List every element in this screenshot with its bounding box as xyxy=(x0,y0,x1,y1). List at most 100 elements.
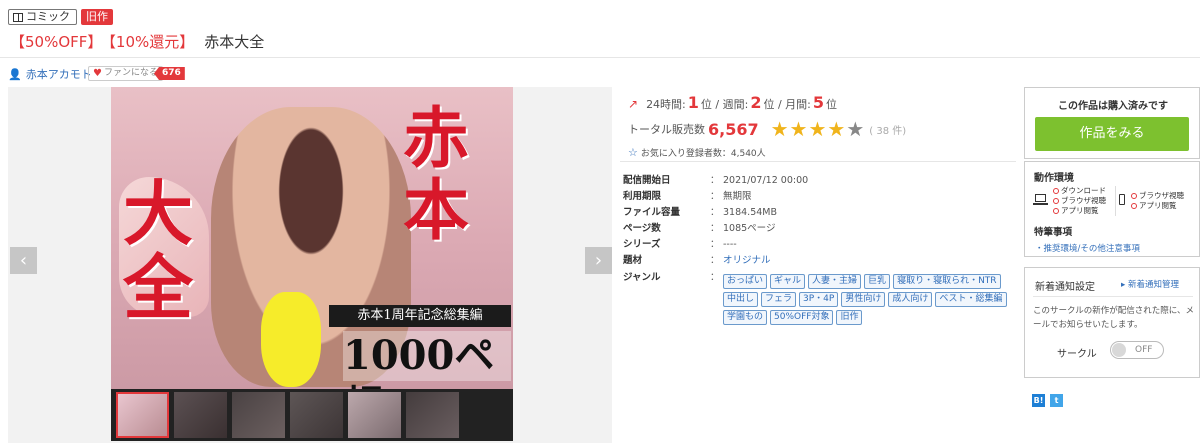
user-icon: 👤 xyxy=(8,67,22,81)
genre-tag[interactable]: 巨乳 xyxy=(864,274,891,289)
circle-icon xyxy=(1053,207,1059,214)
thumbnail-1[interactable] xyxy=(116,392,169,438)
category-label: コミック xyxy=(26,10,70,23)
env-title: 動作環境 xyxy=(1034,173,1074,184)
spec-row-pages: ページ数 ： 1085ページ xyxy=(620,221,776,236)
thumbnail-5[interactable] xyxy=(348,392,401,438)
thumbnail-3[interactable] xyxy=(232,392,285,438)
star-icon: ★ xyxy=(770,117,789,141)
spec-row-size: ファイル容量 ： 3184.54MB xyxy=(620,205,777,220)
heart-icon: ♥ xyxy=(93,68,102,79)
promo-cashback: 【10%還元】 xyxy=(108,33,195,51)
divider xyxy=(1033,296,1193,297)
star-empty-icon: ★ xyxy=(846,117,865,141)
spec-value: ---- xyxy=(723,239,737,250)
divider xyxy=(620,161,1016,162)
genre-tags: おっぱい ギャル 人妻・主婦 巨乳 寝取り・寝取られ・NTR 中出し フェラ 3P・4P 男性向… xyxy=(723,274,1013,325)
rating-stars[interactable]: ★ ★ ★ ★ ★ xyxy=(771,119,865,139)
genre-tag[interactable]: ギャル xyxy=(770,274,806,289)
environment-box: 動作環境 ダウンロード ブラウザ視聴 アプリ閲覧 ブラウザ視聴 アプリ閲覧 特筆… xyxy=(1024,161,1200,257)
cover-big-text: 1000ペ超 xyxy=(343,331,511,389)
spec-key: ページ数 xyxy=(623,223,661,234)
fan-label: ファンになる xyxy=(103,68,158,78)
day-label: 24時間: xyxy=(646,98,686,111)
env-option-label: ブラウザ視聴 xyxy=(1139,191,1184,200)
genre-tag[interactable]: ベスト・総集編 xyxy=(935,292,1007,307)
rank-suffix: 位 xyxy=(826,98,837,111)
censor-mark xyxy=(261,292,321,387)
spec-key: シリーズ xyxy=(623,239,661,250)
spec-row-genre: ジャンル ： xyxy=(620,270,723,285)
circle-info: 👤 赤本アカモト xyxy=(8,66,92,82)
twitter-icon[interactable]: t xyxy=(1050,394,1063,407)
spec-key: 題材 xyxy=(623,255,643,266)
thumbnail-2[interactable] xyxy=(174,392,227,438)
genre-tag[interactable]: 学園もの xyxy=(723,310,768,325)
image-gallery: 赤本 大全 赤本1周年記念総集編 1000ペ超 ‹ › xyxy=(8,87,612,443)
view-work-button[interactable]: 作品をみる xyxy=(1035,117,1189,151)
spec-key: ジャンル xyxy=(623,272,661,283)
env-option: ブラウザ視聴 xyxy=(1053,196,1106,205)
env-option: ダウンロード xyxy=(1053,186,1106,195)
smartphone-icon xyxy=(1119,194,1125,205)
week-label: 位 / 週間: xyxy=(700,98,749,111)
env-option: ブラウザ視聴 xyxy=(1131,191,1184,200)
chevron-left-icon: ‹ xyxy=(19,250,28,271)
title-text: 赤本大全 xyxy=(204,33,265,51)
genre-tag[interactable]: フェラ xyxy=(761,292,797,307)
env-option-label: アプリ閲覧 xyxy=(1139,201,1177,210)
next-arrow-button[interactable]: › xyxy=(585,247,612,274)
purchased-status: この作品は購入済みです xyxy=(1058,101,1168,112)
genre-tag[interactable]: 男性向け xyxy=(841,292,886,307)
thumbnail-4[interactable] xyxy=(290,392,343,438)
cover-text-taizen: 大全 xyxy=(123,172,193,329)
notes-link[interactable]: ・推奨環境/その他注意事項 xyxy=(1035,242,1140,254)
notify-manage-link[interactable]: ▸ 新着通知管理 xyxy=(1121,278,1179,290)
circle-icon xyxy=(1053,197,1059,204)
fan-button[interactable]: ♥ ファンになる xyxy=(88,66,163,81)
spec-key: 利用期限 xyxy=(623,191,662,202)
book-icon xyxy=(13,12,23,22)
promo-discount: 【50%OFF】 xyxy=(10,33,103,51)
env-option: アプリ閲覧 xyxy=(1053,206,1099,215)
thumbnail-strip xyxy=(111,389,513,441)
review-count[interactable]: ( 38 件) xyxy=(869,122,906,137)
month-label: 位 / 月間: xyxy=(763,98,811,111)
genre-tag[interactable]: 成人向け xyxy=(888,292,933,307)
genre-tag[interactable]: 旧作 xyxy=(836,310,863,325)
toggle-state: OFF xyxy=(1135,345,1153,355)
spec-value: 1085ページ xyxy=(723,223,776,234)
notify-toggle[interactable]: OFF xyxy=(1110,341,1164,359)
thumbnail-6[interactable] xyxy=(406,392,459,438)
spec-key: ファイル容量 xyxy=(623,207,681,218)
star-icon: ★ xyxy=(789,117,808,141)
genre-tag[interactable]: おっぱい xyxy=(723,274,768,289)
purchase-box: この作品は購入済みです 作品をみる xyxy=(1024,87,1200,159)
circle-icon xyxy=(1131,192,1137,199)
spec-row-release: 配信開始日 ： 2021/07/12 00:00 xyxy=(620,173,808,188)
spec-value: 3184.54MB xyxy=(723,207,777,218)
theme-link[interactable]: オリジナル xyxy=(723,253,771,268)
main-cover-image[interactable]: 赤本 大全 赤本1周年記念総集編 1000ペ超 xyxy=(111,87,513,389)
spec-colon: ： xyxy=(710,191,720,202)
notify-description: このサークルの新作が配信された際に、メールでお知らせいたします。 xyxy=(1033,306,1194,330)
trend-icon: ↗ xyxy=(628,97,639,111)
prev-arrow-button[interactable]: ‹ xyxy=(10,247,37,274)
env-option-label: ダウンロード xyxy=(1061,186,1106,195)
sales-label: トータル販売数 xyxy=(628,123,705,136)
share-buttons: B! t xyxy=(1032,394,1063,407)
genre-tag[interactable]: 寝取り・寝取られ・NTR xyxy=(893,274,1001,289)
notification-box: 新着通知設定 ▸ 新着通知管理 このサークルの新作が配信された際に、メールでお知… xyxy=(1024,267,1200,378)
favorite-count: ☆ お気に入り登録者数：4,540人 xyxy=(628,146,766,159)
circle-name-link[interactable]: 赤本アカモト xyxy=(26,66,92,82)
ranking-line: ↗ 24時間: 1 位 / 週間: 2 位 / 月間: 5 位 xyxy=(628,93,837,112)
genre-tag[interactable]: 中出し xyxy=(723,292,759,307)
hatena-bookmark-icon[interactable]: B! xyxy=(1032,394,1045,407)
genre-tag[interactable]: 3P・4P xyxy=(799,292,839,307)
genre-tag[interactable]: 50%OFF対象 xyxy=(770,310,834,325)
product-title: 【50%OFF】 【10%還元】 赤本大全 xyxy=(10,32,264,52)
spec-colon: ： xyxy=(710,175,720,186)
spec-row-theme: 題材 ：オリジナル xyxy=(620,253,771,268)
genre-tag[interactable]: 人妻・主婦 xyxy=(808,274,862,289)
category-badge[interactable]: コミック xyxy=(8,9,77,25)
